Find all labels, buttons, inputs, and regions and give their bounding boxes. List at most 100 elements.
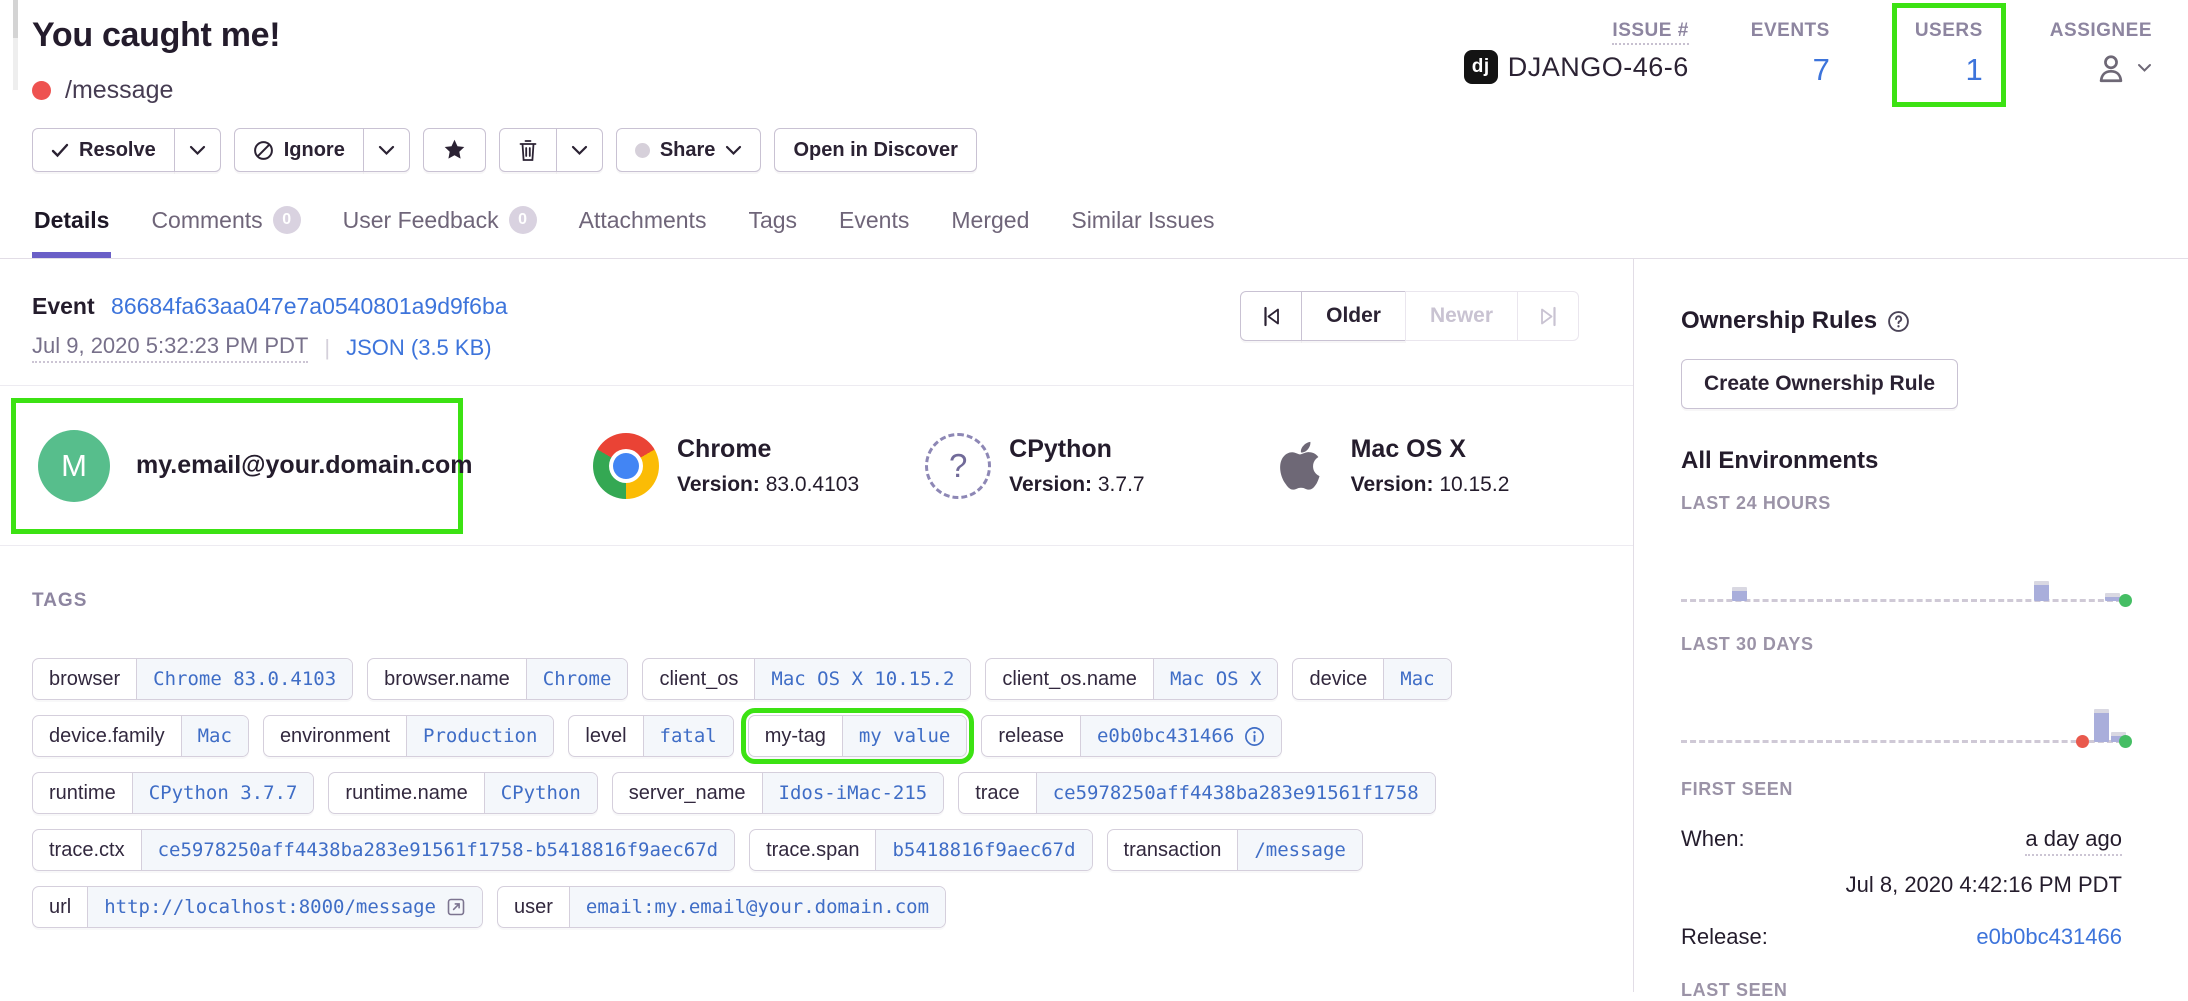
tag-value-link[interactable]: Mac OS X 10.15.2 [754,659,970,699]
first-seen-release-link[interactable]: e0b0bc431466 [1976,924,2122,950]
resolve-dropdown-button[interactable] [174,128,221,172]
tab-label: Details [34,207,109,234]
environments-heading: All Environments [1681,447,2122,475]
stat-events: EVENTS 7 [1751,20,1830,88]
tag-value-link[interactable]: email:my.email@your.domain.com [569,887,945,927]
last-24-hours-label: LAST 24 HOURS [1681,493,2122,514]
tab-bar: Details Comments0 User Feedback0 Attachment… [32,206,1217,258]
version-label: Version: [1009,473,1092,496]
tag-value-link[interactable]: Mac [1383,659,1450,699]
tag-value-link[interactable]: e0b0bc431466 [1080,716,1281,756]
tag-key: transaction [1108,830,1238,870]
delete-button[interactable] [499,128,557,172]
tag-pill: server_nameIdos-iMac-215 [612,772,944,814]
tag-value-link[interactable]: b5418816f9aec67d [875,830,1091,870]
chevron-down-icon [571,145,588,156]
last-30-days-label: LAST 30 DAYS [1681,634,2122,655]
delete-dropdown-button[interactable] [556,128,603,172]
assignee-dropdown[interactable] [2050,50,2152,86]
tab-label: Merged [951,207,1029,234]
release-label: Release: [1681,924,1768,950]
tab-user-feedback[interactable]: User Feedback0 [341,206,539,258]
tag-value-link[interactable]: Idos-iMac-215 [762,773,944,813]
tag-value-link[interactable]: CPython [484,773,597,813]
older-event-button[interactable]: Older [1301,291,1406,341]
browser-name: Chrome [677,435,859,464]
tab-similar-issues[interactable]: Similar Issues [1069,206,1216,258]
runtime-name: CPython [1009,435,1144,464]
tab-merged[interactable]: Merged [949,206,1031,258]
json-download-link[interactable]: JSON (3.5 KB) [346,335,491,361]
share-button[interactable]: Share [616,128,762,172]
first-seen-relative-time[interactable]: a day ago [2025,826,2122,856]
tab-tags[interactable]: Tags [746,206,799,258]
tab-label: Attachments [579,207,707,234]
os-version: 10.15.2 [1439,473,1509,496]
tag-key: level [569,716,642,756]
event-context-summary: M my.email@your.domain.com Chrome Versio… [0,386,1633,546]
user-silhouette-icon [2093,50,2129,86]
open-in-discover-button[interactable]: Open in Discover [774,128,977,172]
tag-value-link[interactable]: Mac [181,716,248,756]
tag-value-link[interactable]: Chrome 83.0.4103 [136,659,352,699]
user-context-card-highlighted: M my.email@your.domain.com [11,398,463,534]
sparkline-bar [2105,593,2120,601]
info-circle-icon[interactable] [1244,726,1265,747]
chrome-icon [593,433,659,499]
users-highlight-box: USERS 1 [1892,3,2006,107]
share-status-dot [635,143,650,158]
ignore-dropdown-button[interactable] [363,128,410,172]
tag-row: urlhttp://localhost:8000/messageuseremai… [32,886,1633,928]
tag-value-link[interactable]: /message [1237,830,1362,870]
issue-culprit-row: /message [32,76,173,105]
tab-count-badge: 0 [509,206,537,234]
ignore-button[interactable]: Ignore [234,128,364,172]
event-pagination: Older Newer [1240,291,1579,341]
newer-event-button[interactable]: Newer [1405,291,1518,341]
tag-value-link[interactable]: my value [842,716,967,756]
delete-button-group [499,128,603,172]
last-24-hours-sparkline [1681,522,2122,602]
oldest-event-button[interactable] [1240,291,1302,341]
tag-value-link[interactable]: CPython 3.7.7 [132,773,314,813]
star-icon [442,138,467,162]
issue-culprit: /message [65,76,173,105]
tag-value-link[interactable]: http://localhost:8000/message [87,887,482,927]
users-label: USERS [1915,20,1983,41]
tag-key: browser [33,659,136,699]
events-count-link[interactable]: 7 [1751,52,1830,88]
tag-pill: useremail:my.email@your.domain.com [497,886,946,928]
tab-details[interactable]: Details [32,206,111,258]
ownership-rules-label: Ownership Rules [1681,307,1877,335]
resolve-button[interactable]: Resolve [32,128,175,172]
tag-value-link[interactable]: Production [406,716,553,756]
tags-list: browserChrome 83.0.4103 browser.nameChrom… [32,658,1633,928]
tab-attachments[interactable]: Attachments [577,206,709,258]
tag-pill: trace.ctxce5978250aff4438ba283e91561f175… [32,829,735,871]
tag-value-link[interactable]: ce5978250aff4438ba283e91561f1758 [1036,773,1435,813]
newest-event-button[interactable] [1517,291,1579,341]
event-timestamp[interactable]: Jul 9, 2020 5:32:23 PM PDT [32,333,308,363]
tag-value-link[interactable]: fatal [643,716,733,756]
stat-assignee: ASSIGNEE [2050,20,2152,86]
event-id-link[interactable]: 86684fa63aa047e7a0540801a9d9f6ba [111,293,508,319]
tag-key: server_name [613,773,762,813]
issue-number-label[interactable]: ISSUE # [1612,20,1688,45]
users-count-link[interactable]: 1 [1915,52,1983,88]
sparkline-bar [1732,587,1747,601]
ownership-rules-heading: Ownership Rules [1681,307,2122,335]
tab-events[interactable]: Events [837,206,911,258]
tab-comments[interactable]: Comments0 [149,206,302,258]
help-circle-icon[interactable] [1887,310,1910,333]
tag-row: runtimeCPython 3.7.7runtime.nameCPythons… [32,772,1633,814]
tag-value-link[interactable]: Chrome [526,659,628,699]
bookmark-button[interactable] [423,128,486,172]
create-ownership-rule-button[interactable]: Create Ownership Rule [1681,359,1958,409]
issue-toolbar: Resolve Ignore [32,128,977,172]
tag-value-link[interactable]: Mac OS X [1153,659,1278,699]
trash-icon [518,139,538,162]
tag-value-link[interactable]: ce5978250aff4438ba283e91561f1758-b541881… [141,830,735,870]
tab-count-badge: 0 [273,206,301,234]
version-label: Version: [1351,473,1434,496]
tag-pill: browser.nameChrome [367,658,628,700]
